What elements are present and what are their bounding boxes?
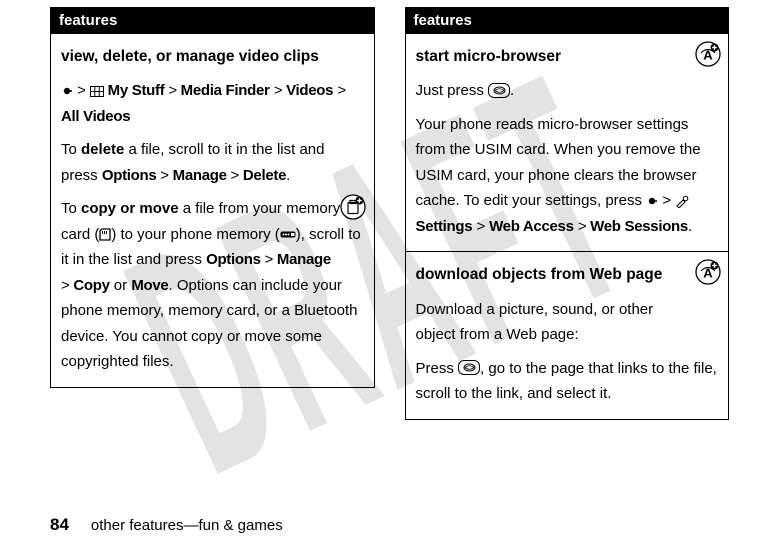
press-line: Just press . [416, 78, 719, 104]
download-p2: Press , go to the page that links to the… [416, 356, 719, 407]
phone-memory-icon [280, 229, 296, 240]
page-number: 84 [50, 515, 69, 534]
delete-paragraph: To delete a file, scroll to it in the li… [61, 137, 364, 188]
nav-mystuff: My Stuff [108, 82, 169, 99]
cell-title: start micro-browser [416, 44, 719, 70]
grid-icon [90, 86, 104, 97]
sep4: > [337, 82, 345, 99]
page-footer: 84 other features—fun & games [50, 515, 283, 535]
copy-move-paragraph: To copy or move a file from your memory … [61, 196, 364, 375]
nav-mediafinder: Media Finder [181, 82, 270, 99]
sep2: > [168, 82, 180, 99]
card-icon [99, 228, 111, 241]
browser-key-icon [488, 83, 510, 98]
right-cell-download: A download objects from Web page Downloa… [405, 252, 730, 419]
download-p1: Download a picture, sound, or other obje… [416, 297, 719, 348]
nav-videos: Videos [286, 82, 333, 99]
left-column: features view, delete, or manage video c… [50, 7, 375, 420]
right-column: features A start micro-browser Just pres… [405, 7, 730, 420]
center-key-icon [61, 85, 73, 97]
browser-settings-paragraph: Your phone reads micro-browser settings … [416, 112, 719, 240]
cell-title: view, delete, or manage video clips [61, 44, 364, 70]
nav-path: > My Stuff > Media Finder > Videos > All… [61, 78, 364, 129]
operator-a-plus-icon: A [695, 259, 721, 294]
right-table-header: features [405, 7, 730, 34]
sep: > [77, 82, 89, 99]
center-key-icon [646, 195, 658, 207]
sep3: > [274, 82, 286, 99]
cell-title: download objects from Web page [416, 262, 719, 288]
memory-card-plus-icon [340, 194, 366, 229]
browser-key-icon [458, 360, 480, 375]
left-cell-video: view, delete, or manage video clips > My… [50, 34, 375, 388]
left-table-header: features [50, 7, 375, 34]
tools-icon [675, 195, 689, 208]
nav-allvideos: All Videos [61, 108, 130, 125]
right-cell-browser: A start micro-browser Just press . Your … [405, 34, 730, 252]
operator-a-plus-icon: A [695, 41, 721, 76]
content-columns: features view, delete, or manage video c… [0, 0, 759, 420]
footer-text: other features—fun & games [91, 517, 283, 534]
